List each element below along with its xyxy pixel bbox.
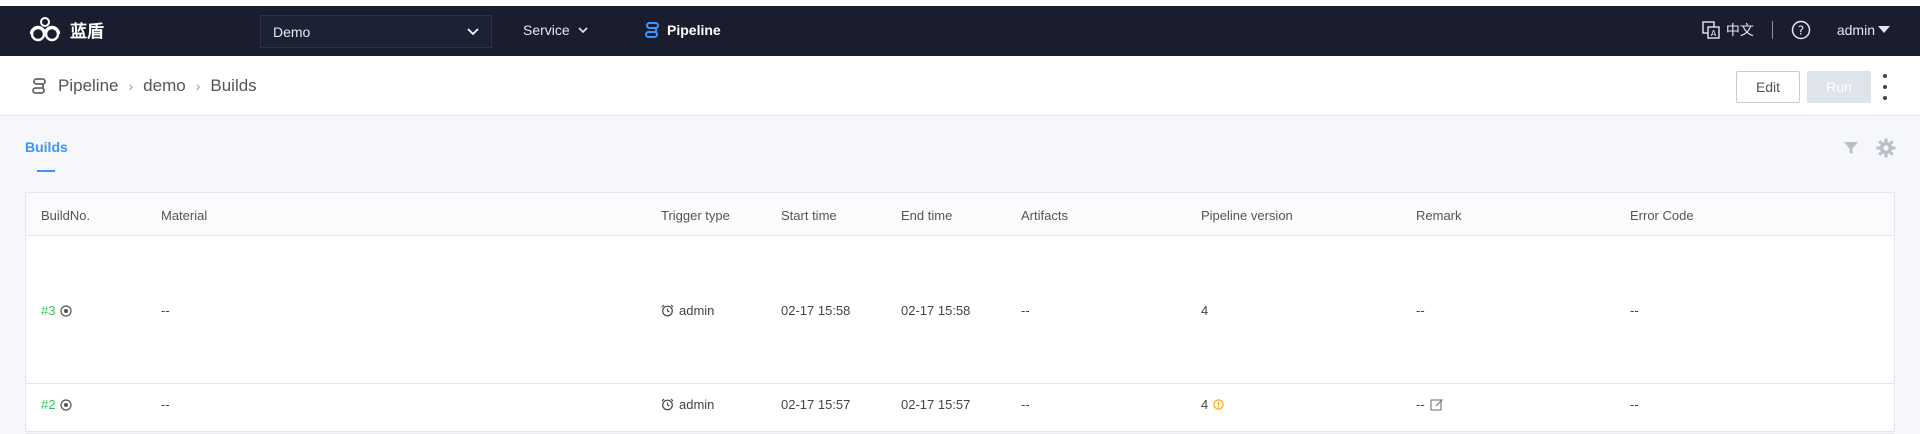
column-header-artifacts: Artifacts [1021,208,1068,223]
gear-icon[interactable] [1876,138,1896,158]
user-name: admin [1836,22,1875,38]
translate-icon: A [1702,21,1720,39]
error-code-cell: -- [1630,397,1639,412]
column-header-end-time: End time [901,208,953,223]
project-select[interactable]: Demo [260,15,492,48]
build-number-cell: #2 [41,397,73,412]
build-number-link[interactable]: #3 [41,303,55,318]
build-number-cell: #3 [41,303,73,318]
breadcrumb-item-demo[interactable]: demo [143,76,186,96]
edit-button[interactable]: Edit [1736,71,1800,103]
column-header-remark: Remark [1416,208,1462,223]
app-logo[interactable]: 蓝盾 [28,16,104,42]
svg-text:?: ? [1798,24,1804,38]
svg-text:A: A [1711,29,1717,38]
top-navbar: 蓝盾 Demo Service Pipeline A 中文 ? admin [0,0,1920,56]
pipeline-version-cell: 4 [1201,303,1209,318]
trigger-user: admin [679,303,715,318]
language-label: 中文 [1725,22,1754,38]
pipeline-version-value: 4 [1201,397,1209,412]
remark-cell: -- [1416,303,1425,318]
breadcrumb-item-pipeline[interactable]: Pipeline [58,76,119,96]
material-cell: -- [161,397,170,412]
pipeline-version-cell: 4 [1201,397,1224,412]
build-status-icon[interactable] [60,304,73,317]
remark-cell: -- [1416,397,1444,412]
column-header-error-code: Error Code [1630,208,1694,223]
trigger-user: admin [679,397,715,412]
nav-pipeline-link[interactable]: Pipeline [643,21,721,39]
more-options-icon[interactable] [1880,74,1890,100]
bluekings-logo-icon [29,17,61,42]
trigger-cell: admin [661,303,714,318]
nav-divider [1771,21,1773,39]
build-status-icon[interactable] [60,398,73,411]
nav-service-label: Service [523,22,570,38]
filter-icon[interactable] [1843,140,1859,156]
info-warning-icon[interactable] [1213,399,1224,410]
table-header: BuildNo. Material Trigger type Start tim… [26,193,1894,236]
edit-remark-icon[interactable] [1430,398,1444,412]
column-header-pipeline-version: Pipeline version [1201,208,1293,223]
column-header-trigger-type: Trigger type [661,208,730,223]
start-time-cell: 02-17 15:58 [781,303,851,318]
page-header: Pipeline › demo › Builds Edit Run [0,56,1920,116]
project-select-value: Demo [273,23,311,40]
error-code-cell: -- [1630,303,1639,318]
help-icon[interactable]: ? [1791,20,1811,40]
nav-pipeline-label: Pipeline [667,22,721,38]
chevron-down-icon [467,27,479,35]
artifacts-cell: -- [1021,397,1030,412]
chevron-down-icon [578,26,588,33]
run-button[interactable]: Run [1807,71,1871,103]
breadcrumb-separator-icon: › [128,78,134,94]
user-menu[interactable]: admin [1837,22,1890,38]
alarm-clock-icon [661,304,674,317]
trigger-cell: admin [661,397,714,412]
breadcrumb-separator-icon: › [195,78,201,94]
column-header-material: Material [161,208,208,223]
tab-builds[interactable]: Builds [25,139,68,155]
alarm-clock-icon [661,398,674,411]
start-time-cell: 02-17 15:57 [781,397,851,412]
nav-service-menu[interactable]: Service [523,22,588,38]
pipeline-icon [645,22,659,38]
column-header-buildno: BuildNo. [41,208,91,223]
column-header-start-time: Start time [781,208,837,223]
build-number-link[interactable]: #2 [41,397,55,412]
material-cell: -- [161,303,170,318]
right-nav: A 中文 ? admin [1702,20,1890,40]
tab-active-indicator [37,170,55,172]
builds-table: BuildNo. Material Trigger type Start tim… [25,192,1895,434]
end-time-cell: 02-17 15:57 [901,397,971,412]
table-row[interactable]: #3 -- admin 02-17 15:58 02-17 15:58 -- 4… [26,236,1894,384]
remark-value: -- [1416,397,1425,412]
breadcrumb-item-builds: Builds [210,76,257,95]
language-switch[interactable]: A 中文 [1702,20,1754,40]
artifacts-cell: -- [1021,303,1030,318]
caret-down-icon [1878,26,1890,33]
pipeline-icon [32,78,46,94]
end-time-cell: 02-17 15:58 [901,303,971,318]
table-row[interactable]: #2 -- admin 02-17 15:57 02-17 15:57 -- 4… [26,384,1894,434]
logo-text: 蓝盾 [70,21,104,41]
breadcrumb: Pipeline › demo › Builds [30,76,257,96]
